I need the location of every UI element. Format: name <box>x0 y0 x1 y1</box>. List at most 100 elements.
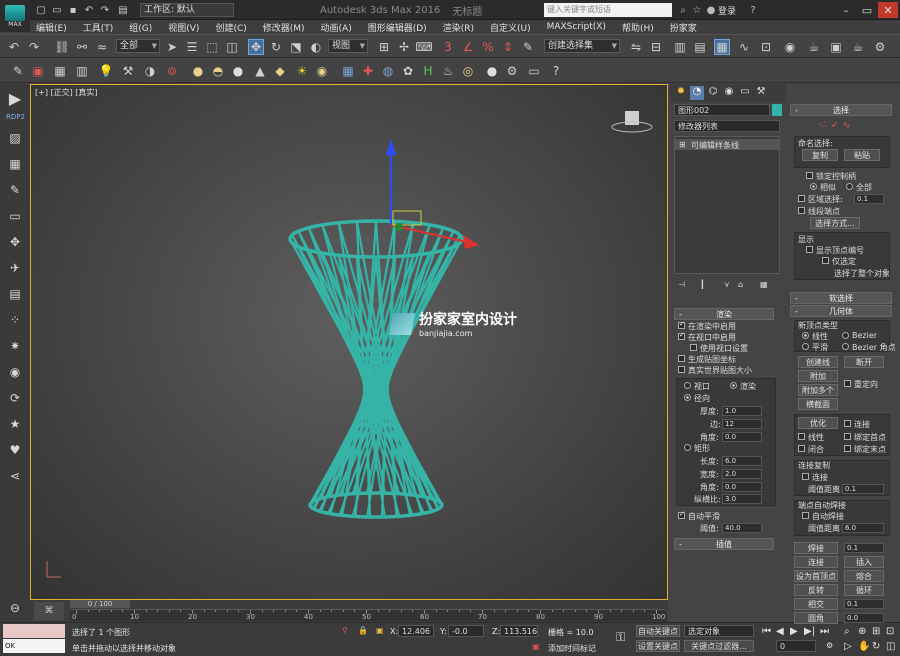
soft-selection-rollout-header[interactable]: 软选择 <box>790 292 892 304</box>
ribbon-icon[interactable]: ▤ <box>692 39 708 55</box>
time-slider[interactable]: ⌘ 0 / 100 0 10 20 30 40 50 60 70 80 90 100 <box>30 600 668 622</box>
scene-explorer-icon[interactable]: ▦ <box>714 39 730 55</box>
zoom-all-icon[interactable]: ⊕ <box>858 626 866 637</box>
show-vertex-numbers-checkbox[interactable] <box>806 246 813 253</box>
grid-icon[interactable]: ▦ <box>340 63 356 79</box>
select-and-move-icon[interactable]: ✥ <box>248 39 264 55</box>
aspect-spinner[interactable]: 3.0 <box>722 494 762 504</box>
utilities-tab-icon[interactable]: ⚒ <box>754 86 768 100</box>
gen-mapping-checkbox[interactable] <box>678 355 685 362</box>
pivot-center-icon[interactable]: ⊞ <box>376 39 392 55</box>
select-by-button[interactable]: 选择方式... <box>810 217 860 229</box>
favorites-icon[interactable]: ☆ <box>690 3 704 17</box>
menu-edit[interactable]: 编辑(E) <box>36 21 67 34</box>
rendered-frame-icon[interactable]: ▣ <box>828 39 844 55</box>
bind-first-checkbox[interactable] <box>844 433 851 440</box>
bezier-corner-radio[interactable] <box>842 343 849 350</box>
object-name-field[interactable]: 图形002 <box>674 104 770 116</box>
isolate-icon[interactable]: ⚲ <box>342 626 348 635</box>
redo-icon[interactable]: ↷ <box>98 3 112 17</box>
alike-radio[interactable] <box>810 183 817 190</box>
goto-end-icon[interactable]: ⏭ <box>820 626 829 637</box>
named-selection-dropdown[interactable]: 创建选择集 <box>544 39 620 53</box>
edit-named-sets-icon[interactable]: ✎ <box>520 39 536 55</box>
threshold-spinner[interactable]: 40.0 <box>722 523 762 533</box>
percent-snap-icon[interactable]: % <box>480 39 496 55</box>
tool-icon-5[interactable]: ⚒ <box>120 63 136 79</box>
thickness-spinner[interactable]: 1.0 <box>722 406 762 416</box>
layer-manager-icon[interactable]: ▥ <box>672 39 688 55</box>
viewport[interactable]: [+] [正交] [真实] 扮家家室内设计 banjiajia.com <box>30 84 668 600</box>
configure-sets-icon[interactable]: ▦ <box>760 280 768 289</box>
redo-icon[interactable]: ↷ <box>26 39 42 55</box>
time-config-icon[interactable]: ⚙ <box>826 641 833 650</box>
menu-modifiers[interactable]: 修改器(M) <box>263 21 305 34</box>
menu-animation[interactable]: 动画(A) <box>321 21 352 34</box>
mirror-icon[interactable]: ⇋ <box>628 39 644 55</box>
dome-icon[interactable]: ◓ <box>210 63 226 79</box>
sphere-icon[interactable]: ● <box>190 63 206 79</box>
mini-curve-icon[interactable]: ⌘ <box>34 602 64 620</box>
absolute-mode-icon[interactable]: ▣ <box>376 626 384 635</box>
menu-banjiajia[interactable]: 扮家家 <box>670 21 697 34</box>
gizmo-y-axis[interactable] <box>395 223 403 231</box>
geometry-rollout-header[interactable]: 几何体 <box>790 305 892 317</box>
viewcube-icon[interactable] <box>625 111 639 125</box>
display-tab-icon[interactable]: ▭ <box>738 86 752 100</box>
set-first-vertex-button[interactable]: 设为首顶点 <box>794 570 838 582</box>
workspace-dropdown[interactable]: 工作区: 默认 <box>140 3 234 17</box>
interpolation-rollout-header[interactable]: 插值 <box>674 538 774 550</box>
rectangular-selection-icon[interactable]: ⬚ <box>204 39 220 55</box>
cone-icon[interactable]: ▲ <box>252 63 268 79</box>
rectangular-radio[interactable] <box>684 444 691 451</box>
motion-tab-icon[interactable]: ◉ <box>722 86 736 100</box>
connect-copy-checkbox[interactable] <box>802 473 809 480</box>
refresh-icon[interactable]: ⟳ <box>7 390 23 406</box>
area-select-spinner[interactable]: 0.1 <box>854 194 884 204</box>
goto-start-icon[interactable]: ⏮ <box>762 626 771 637</box>
new-file-icon[interactable]: ▢ <box>34 3 48 17</box>
enable-in-viewport-checkbox[interactable] <box>678 331 685 340</box>
linear-radio[interactable] <box>802 332 809 339</box>
minus-circle-icon[interactable]: ⊖ <box>7 600 23 616</box>
pan-icon[interactable]: ✋ <box>858 641 870 652</box>
weld-threshold-spinner[interactable]: 6.0 <box>842 523 884 533</box>
tool-icon-2[interactable]: ▣ <box>30 63 46 79</box>
threshold-distance-spinner[interactable]: 0.1 <box>842 484 884 494</box>
reverse-button[interactable]: 反转 <box>794 584 838 596</box>
hourglass-wire-model[interactable] <box>31 85 667 599</box>
menu-customize[interactable]: 自定义(U) <box>490 21 531 34</box>
auto-smooth-checkbox[interactable] <box>678 510 685 519</box>
gizmo-x-arrow-icon[interactable] <box>463 235 479 249</box>
menu-help[interactable]: 帮助(H) <box>622 21 654 34</box>
render-rollout-header[interactable]: 渲染 <box>674 308 774 320</box>
fillet-button[interactable]: 圆角 <box>794 612 838 624</box>
selection-filter-dropdown[interactable]: 全部 <box>116 39 160 53</box>
sides-spinner[interactable]: 12 <box>722 419 762 429</box>
menu-rendering[interactable]: 渲染(R) <box>443 21 474 34</box>
tool-icon-4[interactable]: ▥ <box>74 63 90 79</box>
maximize-viewport-icon[interactable]: ◫ <box>886 641 895 652</box>
search-icon[interactable]: ⌕ <box>676 3 690 17</box>
connect-checkbox[interactable] <box>844 420 851 427</box>
bind-last-checkbox[interactable] <box>844 445 851 452</box>
use-viewport-settings-checkbox[interactable] <box>690 344 697 351</box>
maxscript-listener[interactable] <box>3 624 65 638</box>
render-radio[interactable] <box>730 382 737 389</box>
undo-icon[interactable]: ↶ <box>82 3 96 17</box>
maximize-button[interactable]: ▭ <box>857 2 877 18</box>
sphere-white-icon[interactable]: ● <box>230 63 246 79</box>
help-circle-icon[interactable]: ? <box>548 63 564 79</box>
lock-handles-checkbox[interactable] <box>806 172 813 179</box>
minimize-button[interactable]: – <box>836 2 856 18</box>
bind-space-warp-icon[interactable]: ≈ <box>94 39 110 55</box>
sun-icon[interactable]: ☀ <box>294 63 310 79</box>
add-time-tag[interactable]: 添加时间标记 <box>548 643 596 654</box>
attach-button[interactable]: 附加 <box>798 370 838 382</box>
create-line-button[interactable]: 创建线 <box>798 356 838 368</box>
cycle-button[interactable]: 循环 <box>844 584 884 596</box>
tool-icon-8[interactable]: ✿ <box>400 63 416 79</box>
cross-section-button[interactable]: 横截面 <box>798 398 838 410</box>
make-unique-icon[interactable]: ⋎ <box>724 280 730 289</box>
menu-create[interactable]: 创建(C) <box>215 21 246 34</box>
